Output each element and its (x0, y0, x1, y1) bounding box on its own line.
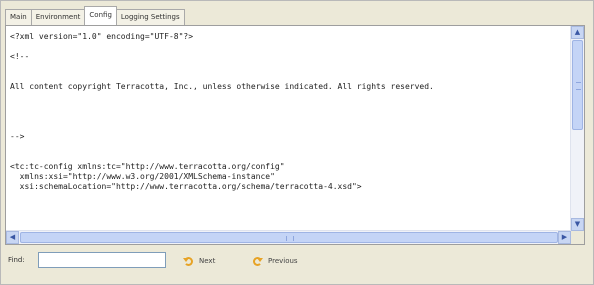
config-xml-editor[interactable]: <?xml version="1.0" encoding="UTF-8"?> <… (5, 25, 585, 245)
scroll-right-button[interactable]: ▶ (558, 231, 571, 244)
xml-text[interactable]: <?xml version="1.0" encoding="UTF-8"?> <… (6, 26, 571, 198)
code-line: <?xml version="1.0" encoding="UTF-8"?> (10, 32, 194, 41)
vertical-scroll-thumb[interactable] (572, 40, 583, 130)
code-line: <tc:tc-config xmlns:tc="http://www.terra… (10, 162, 285, 171)
horizontal-scroll-thumb[interactable] (20, 232, 558, 243)
code-area[interactable]: <?xml version="1.0" encoding="UTF-8"?> <… (6, 26, 571, 231)
find-label: Find: (8, 256, 25, 264)
code-line: <!-- (10, 52, 30, 61)
find-previous-label: Previous (268, 257, 298, 265)
grip-icon (575, 82, 581, 90)
tab-environment[interactable]: Environment (30, 9, 86, 25)
scrollbar-corner (571, 231, 584, 244)
tab-main[interactable]: Main (5, 9, 32, 25)
find-next-button[interactable]: Next (183, 254, 216, 268)
find-bar: Find: Next Previous (5, 250, 583, 272)
code-line: --> (10, 132, 25, 141)
tab-bar: Main Environment Config Logging Settings (5, 6, 185, 25)
chevron-up-icon: ▲ (574, 28, 581, 36)
code-line: xsi:schemaLocation="http://www.terracott… (10, 182, 362, 191)
scroll-up-button[interactable]: ▲ (571, 26, 584, 39)
find-next-arrow-icon (183, 256, 195, 267)
find-previous-button[interactable]: Previous (253, 254, 298, 268)
code-line: All content copyright Terracotta, Inc., … (10, 82, 434, 91)
chevron-down-icon: ▼ (574, 220, 581, 228)
chevron-left-icon: ◀ (9, 233, 16, 241)
find-next-label: Next (199, 257, 216, 265)
code-line: xmlns:xsi="http://www.w3.org/2001/XMLSch… (10, 172, 275, 181)
scroll-down-button[interactable]: ▼ (571, 218, 584, 231)
vertical-scrollbar[interactable]: ▲ ▼ (570, 26, 584, 231)
horizontal-scrollbar[interactable]: ◀ ▶ (6, 230, 571, 244)
tab-config[interactable]: Config (84, 6, 117, 25)
find-previous-arrow-icon (253, 256, 264, 267)
tab-logging-settings[interactable]: Logging Settings (115, 9, 185, 25)
grip-icon (286, 235, 294, 241)
find-input[interactable] (38, 252, 166, 268)
scroll-left-button[interactable]: ◀ (6, 231, 19, 244)
chevron-right-icon: ▶ (561, 233, 568, 241)
config-panel: Main Environment Config Logging Settings… (0, 0, 594, 285)
